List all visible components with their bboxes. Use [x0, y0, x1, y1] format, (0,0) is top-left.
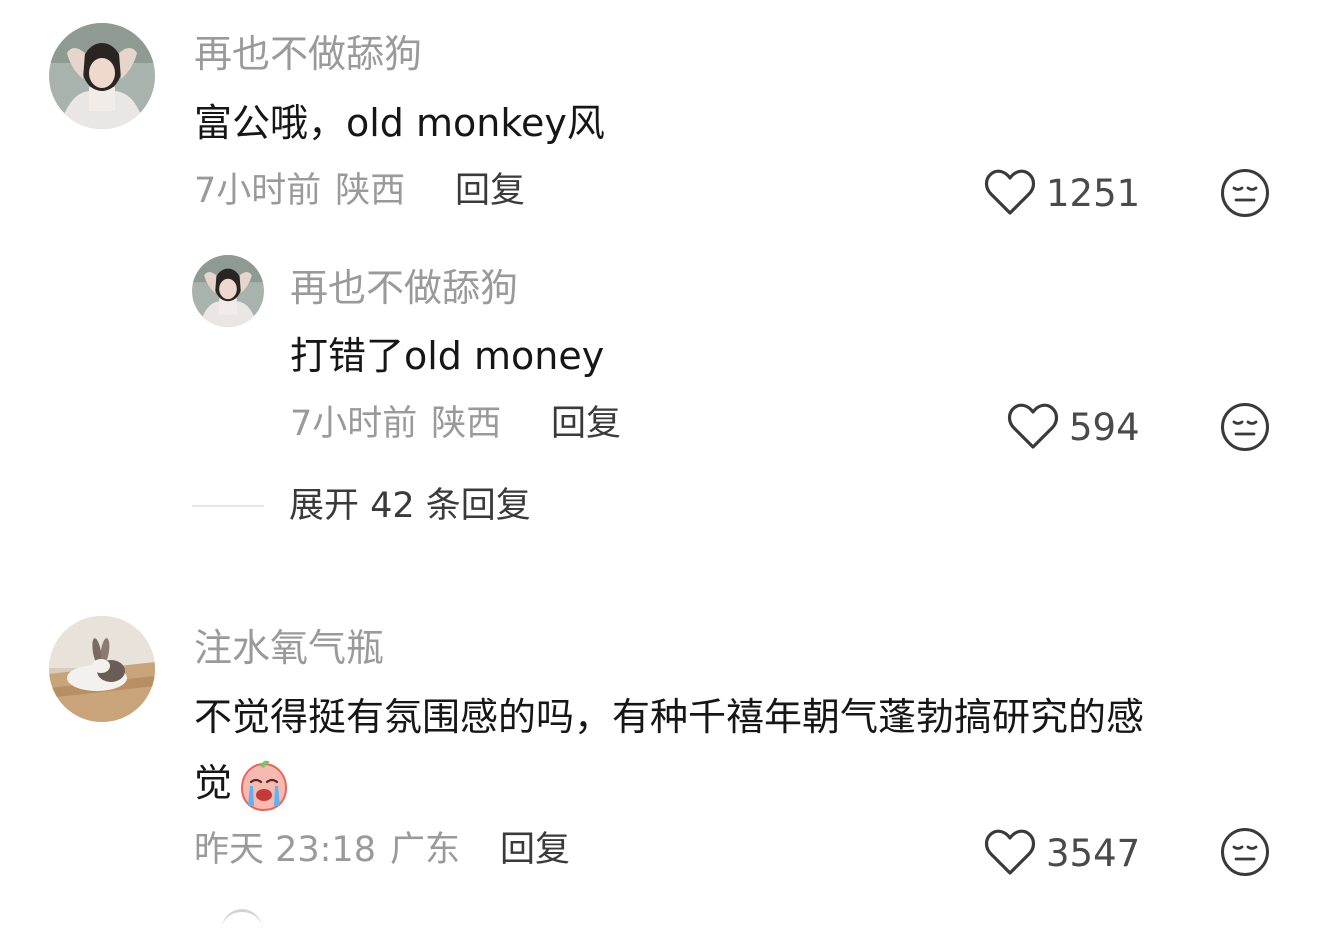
- reply-username[interactable]: 再也不做舔狗: [290, 269, 518, 307]
- dislike-button[interactable]: [1220, 827, 1270, 877]
- like-count: 1251: [1046, 171, 1141, 215]
- comment-time: 昨天 23:18: [194, 830, 376, 870]
- comment-text-line-2: 觉: [194, 752, 292, 814]
- dislike-button[interactable]: [1220, 402, 1270, 452]
- heart-outline-icon: [1007, 403, 1059, 449]
- comment-time: 7小时前: [194, 171, 322, 211]
- comment-text: 富公哦，old monkey风: [194, 101, 605, 145]
- reply-region: 陕西: [431, 404, 502, 444]
- comment-meta: 昨天 23:18 广东: [194, 833, 460, 868]
- meh-face-icon: [1221, 828, 1269, 876]
- reply-button[interactable]: 回复: [455, 174, 525, 209]
- crying-face-emoji-icon: [241, 760, 288, 811]
- heart-outline-icon: [984, 829, 1036, 875]
- girl-photo-avatar-icon: [192, 255, 264, 327]
- comment-meta: 7小时前 陕西: [194, 174, 405, 209]
- comment-region: 陕西: [335, 171, 406, 211]
- comment-text-tail: 觉: [194, 761, 233, 805]
- comment-text-line-1: 不觉得挺有氛围感的吗，有种千禧年朝气蓬勃搞研究的感: [194, 695, 1145, 739]
- comment-username[interactable]: 注水氧气瓶: [194, 629, 384, 667]
- dislike-button[interactable]: [1220, 168, 1270, 218]
- like-button[interactable]: 3547: [984, 829, 1140, 877]
- reply-button[interactable]: 回复: [500, 833, 570, 868]
- like-count: 594: [1069, 405, 1140, 449]
- reply-meta: 7小时前 陕西: [290, 407, 501, 442]
- like-button[interactable]: 594: [1007, 403, 1140, 451]
- like-count: 3547: [1046, 831, 1141, 875]
- user-avatar[interactable]: [192, 255, 264, 327]
- reply-text: 打错了old money: [290, 334, 605, 378]
- user-avatar[interactable]: [49, 23, 155, 129]
- like-button[interactable]: 1251: [984, 169, 1140, 217]
- comment-username[interactable]: 再也不做舔狗: [194, 35, 422, 73]
- girl-photo-avatar-icon: [49, 23, 155, 129]
- comment-region: 广东: [390, 830, 461, 870]
- meh-face-icon: [1221, 403, 1269, 451]
- meh-face-icon: [1221, 169, 1269, 217]
- reply-time: 7小时前: [290, 404, 418, 444]
- user-avatar[interactable]: [49, 616, 155, 722]
- rabbit-photo-avatar-icon: [49, 616, 155, 722]
- reply-button[interactable]: 回复: [551, 407, 621, 442]
- expand-replies-button[interactable]: 展开 42 条回复: [289, 489, 531, 524]
- next-comment-avatar-edge: [222, 909, 262, 932]
- heart-outline-icon: [984, 169, 1036, 215]
- expand-divider: [192, 505, 264, 507]
